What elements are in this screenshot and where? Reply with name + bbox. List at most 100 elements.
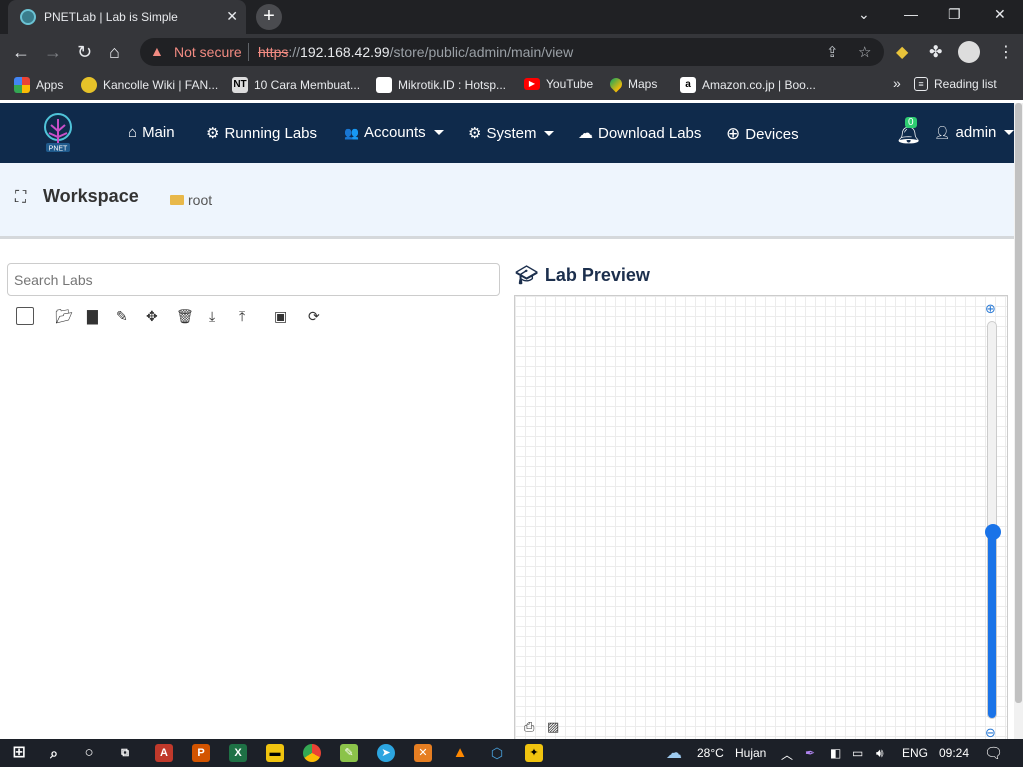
restore-button[interactable]: ❐ (948, 6, 961, 23)
nav-running-labs[interactable]: ⚙ Running Labs (206, 124, 317, 143)
nav-accounts[interactable]: 👥 Accounts (344, 124, 444, 141)
reading-list-button[interactable]: ≡ Reading list (914, 77, 997, 91)
close-window-button[interactable]: ✕ (994, 6, 1006, 23)
nav-download-labs[interactable]: ☁ Download Labs (578, 124, 701, 143)
tab-search-icon[interactable]: ⌄ (858, 6, 870, 23)
user-name: admin (955, 124, 997, 141)
zoom-in-icon[interactable]: ⊕ (985, 301, 996, 317)
caret-down-icon (433, 130, 444, 135)
nav-system[interactable]: ⚙ System (468, 124, 555, 142)
meet-now-icon[interactable]: ◧ (830, 746, 841, 760)
edit-pencil-icon[interactable]: ✎ (116, 308, 128, 325)
warning-triangle-icon[interactable]: ▲ (150, 43, 164, 59)
search-labs-input[interactable] (7, 263, 500, 296)
pnet-logo[interactable]: PNET (40, 113, 76, 155)
bookmark-amazon[interactable]: a Amazon.co.jp | Boo... (680, 77, 816, 93)
tab-title: PNETLab | Lab is Simple (44, 10, 178, 24)
temperature[interactable]: 28°C (697, 746, 724, 760)
profile-avatar[interactable] (958, 41, 980, 63)
home-icon[interactable]: ⌂ (109, 42, 120, 63)
zoom-slider-handle[interactable] (985, 523, 1001, 540)
volume-icon[interactable]: 🔊︎ (876, 746, 884, 761)
bookmark-star-icon[interactable]: ☆ (858, 43, 871, 61)
select-all-checkbox[interactable] (16, 307, 34, 325)
notepad-icon[interactable]: ✎ (340, 744, 358, 762)
bookmark-nt[interactable]: NT 10 Cara Membuat... (232, 77, 360, 93)
sticky-app-icon[interactable]: ✦ (525, 744, 543, 762)
trash-icon[interactable]: 🗑︎ (176, 308, 194, 325)
bookmark-label: Amazon.co.jp | Boo... (702, 78, 816, 92)
bookmark-maps[interactable]: Maps (607, 75, 657, 93)
import-download-icon[interactable]: ⤓ (209, 308, 215, 325)
refresh-icon[interactable]: ⟳ (308, 308, 320, 325)
bookmark-label: Kancolle Wiki | FAN... (103, 78, 219, 92)
breadcrumb-root[interactable]: root (170, 192, 212, 208)
excel-icon[interactable]: X (229, 744, 247, 762)
bookmarks-bar: Apps Kancolle Wiki | FAN... NT 10 Cara M… (0, 70, 1023, 100)
pen-icon[interactable]: ✒ (805, 746, 815, 760)
cogs-icon: ⚙ (206, 125, 220, 142)
vlc-icon[interactable]: ▲ (451, 744, 469, 762)
share-icon[interactable]: ⇪ (826, 43, 839, 61)
cortana-icon[interactable]: ○ (80, 744, 98, 762)
xampp-icon[interactable]: ✕ (414, 744, 432, 762)
print-icon[interactable]: ⎙ (524, 719, 534, 735)
bookmarks-overflow-chevron[interactable]: » (893, 75, 901, 91)
language-indicator[interactable]: ENG (902, 746, 928, 760)
nav-main[interactable]: ⌂ Main (128, 124, 175, 141)
nav-devices[interactable]: ⊕ Devices (726, 124, 799, 144)
open-folder-icon[interactable]: 📂︎ (55, 308, 73, 325)
windows-start-icon[interactable]: ⊞ (10, 744, 28, 762)
search-icon[interactable]: ⌕ (45, 744, 63, 762)
export-upload-icon[interactable]: ⤒ (239, 308, 245, 325)
notification-center-icon[interactable]: 🗨︎ (984, 744, 1003, 762)
browser-tab-active[interactable]: PNETLab | Lab is Simple ✕ (8, 0, 246, 34)
weather-cloud-icon[interactable]: ☁ (666, 743, 682, 763)
telegram-icon[interactable]: ➤ (377, 744, 395, 762)
bookmark-label: Apps (36, 78, 64, 92)
more-menu-icon[interactable]: ⋮ (998, 42, 1014, 62)
not-secure-label[interactable]: Not secure (174, 44, 242, 60)
minimize-button[interactable]: — (904, 6, 918, 22)
users-icon: 👥 (344, 125, 359, 140)
app-red-icon[interactable]: A (155, 744, 173, 762)
virtualbox-icon[interactable]: ⬡ (488, 744, 506, 762)
chrome-icon[interactable] (303, 744, 321, 762)
weather-text[interactable]: Hujan (735, 746, 766, 760)
file-explorer-icon[interactable]: ▬ (266, 744, 284, 762)
image-export-icon[interactable]: ▨ (547, 719, 559, 735)
network-icon[interactable]: ▭ (852, 746, 863, 760)
url-text[interactable]: https://192.168.42.99/store/public/admin… (258, 44, 573, 60)
page-scrollbar[interactable] (1014, 103, 1023, 740)
move-arrows-icon[interactable]: ✥ (146, 308, 158, 325)
browser-toolbar: ← → ↻ ⌂ ▲ Not secure https://192.168.42.… (0, 34, 1023, 70)
new-tab-button[interactable]: + (256, 4, 282, 30)
windows-taskbar: ⊞ ⌕ ○ ⧉ A P X ▬ ✎ ➤ ✕ ▲ ⬡ ✦ ☁ 28°C Hujan… (0, 739, 1023, 767)
back-arrow-icon[interactable]: ← (12, 42, 30, 63)
lab-preview-canvas[interactable] (514, 295, 1008, 742)
task-view-icon[interactable]: ⧉ (116, 744, 134, 762)
reload-icon[interactable]: ↻ (77, 42, 92, 63)
clock[interactable]: 09:24 (939, 746, 969, 760)
extensions-puzzle-icon[interactable]: ✤ (929, 42, 942, 62)
bookmark-mikrotik[interactable]: Mikrotik.ID : Hotsp... (376, 77, 506, 93)
close-tab-icon[interactable]: ✕ (226, 8, 238, 25)
user-icon: 👤︎ (934, 124, 951, 140)
bookmark-youtube[interactable]: ▶ YouTube (524, 77, 593, 91)
user-menu[interactable]: 👤︎ admin (934, 124, 1015, 141)
bookmark-apps[interactable]: Apps (14, 77, 63, 93)
youtube-icon: ▶ (524, 78, 540, 90)
notification-count-badge[interactable]: 0 (905, 117, 917, 128)
url-scheme: https (258, 44, 289, 60)
address-bar[interactable]: ▲ Not secure https://192.168.42.99/store… (140, 38, 884, 66)
new-file-icon[interactable]: ▇ (87, 308, 98, 325)
select-dropdown-icon[interactable]: ▣ (274, 308, 287, 325)
extension-pine-icon[interactable]: ◆ (896, 42, 908, 62)
workspace-title: Workspace (43, 186, 139, 206)
mikrotik-icon (376, 77, 392, 93)
bookmark-kancolle[interactable]: Kancolle Wiki | FAN... (81, 77, 218, 93)
powerpoint-icon[interactable]: P (192, 744, 210, 762)
forward-arrow-icon[interactable]: → (44, 42, 62, 63)
tray-chevron-icon[interactable]: ︿ (781, 746, 793, 763)
page-scrollbar-thumb[interactable] (1015, 103, 1022, 703)
